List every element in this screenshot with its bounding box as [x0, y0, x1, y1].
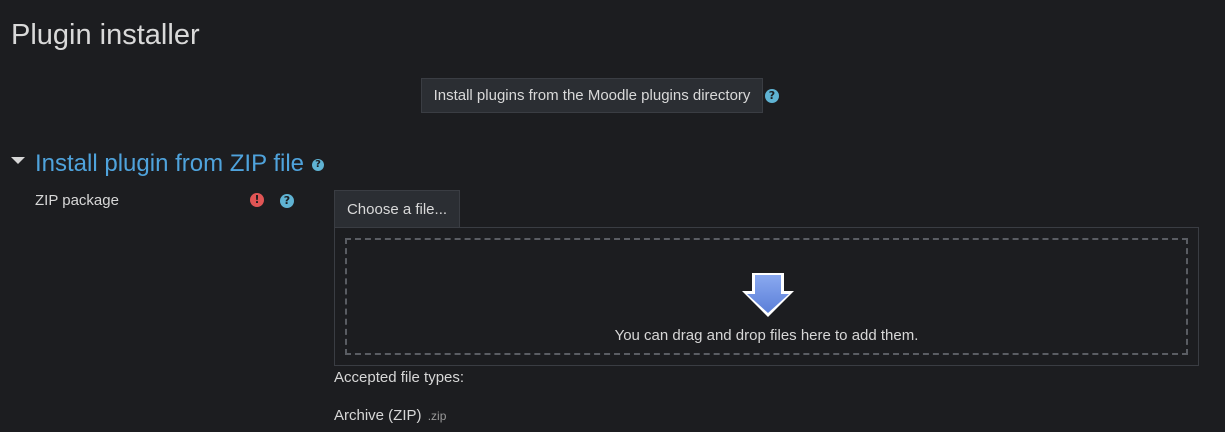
install-from-directory-button[interactable]: Install plugins from the Moodle plugins … [421, 78, 763, 113]
zip-package-label: ZIP package [35, 192, 119, 209]
file-manager: You can drag and drop files here to add … [334, 227, 1199, 366]
filetype-extension: .zip [427, 409, 447, 423]
question-circle-icon[interactable]: ? [280, 194, 294, 208]
exclamation-circle-icon: ! [250, 193, 264, 207]
accepted-filetype: Archive (ZIP) .zip [334, 407, 446, 425]
question-circle-icon[interactable]: ? [765, 89, 779, 103]
drop-instructions: You can drag and drop files here to add … [614, 327, 919, 344]
question-circle-icon[interactable]: ? [312, 159, 324, 171]
section-heading[interactable]: Install plugin from ZIP file [35, 148, 304, 180]
filetype-name: Archive (ZIP) [334, 407, 422, 424]
accepted-types-label: Accepted file types: [334, 369, 465, 386]
page-title: Plugin installer [11, 19, 200, 51]
caret-down-icon[interactable] [11, 157, 25, 164]
download-arrow-icon [742, 273, 794, 317]
drop-zone[interactable]: You can drag and drop files here to add … [345, 238, 1188, 355]
choose-file-button[interactable]: Choose a file... [334, 190, 460, 228]
